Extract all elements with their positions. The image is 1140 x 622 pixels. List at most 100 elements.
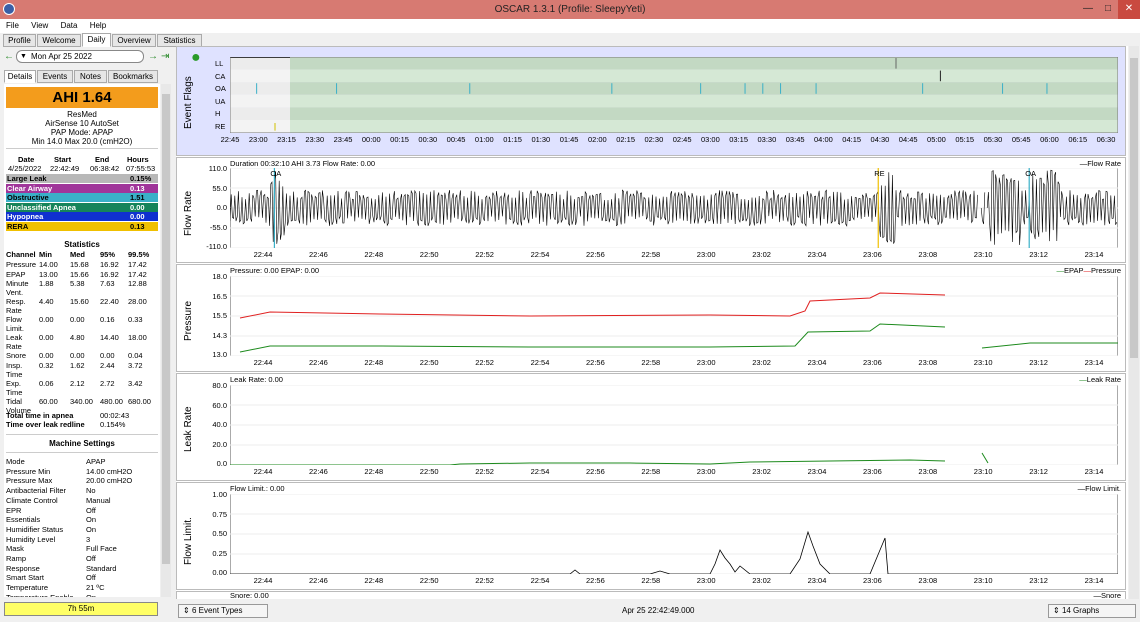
x-tick: 22:58 (641, 467, 661, 476)
event-index-value: 0.13 (130, 221, 145, 231)
x-tick: 04:30 (870, 135, 890, 144)
stats-cell: 15.66 (70, 269, 89, 279)
event-index-row[interactable]: Hypopnea 0.00 (6, 212, 158, 221)
stats-cell: 0.33 (128, 315, 143, 325)
details-scrollbar[interactable] (161, 84, 171, 597)
x-tick: 22:52 (475, 250, 494, 259)
event-index-row[interactable]: RERA 0.13 (6, 221, 158, 231)
stats-cell: Resp. Rate (6, 297, 26, 316)
next-day-icon[interactable]: → (148, 51, 158, 62)
x-tick: 23:00 (696, 576, 716, 585)
setting-value: On (86, 524, 97, 534)
stats-cell: 12.88 (128, 279, 147, 289)
event-index-row[interactable]: Clear Airway 0.13 (6, 183, 158, 193)
x-tick: 00:00 (361, 135, 381, 144)
graphs-dropdown[interactable]: ⇕ 14 Graphs (1048, 604, 1136, 618)
flow-event-label: RE (874, 169, 884, 178)
setting-value: Full Face (86, 544, 117, 554)
y-tick: 1.00 (212, 490, 227, 499)
x-tick: 22:46 (309, 358, 328, 367)
stats-header: 95% (100, 250, 116, 259)
minimize-button[interactable]: — (1078, 0, 1098, 19)
flow-event-label: OA (1025, 169, 1036, 178)
tab-daily[interactable]: Daily (82, 33, 111, 47)
stats-cell: 4.40 (39, 297, 54, 307)
machine-brand: ResMed (67, 110, 97, 119)
stats-cell: Insp. Time (6, 360, 23, 379)
menu-bar: File View Data Help (0, 19, 1140, 33)
stats-cell: 3.42 (128, 378, 143, 388)
event-index-row[interactable]: Large Leak 0.15% (6, 174, 158, 183)
prev-day-icon[interactable]: ← (4, 51, 14, 62)
tab-details[interactable]: Details (4, 70, 36, 83)
tab-overview[interactable]: Overview (112, 34, 156, 47)
flow-limit-header: Flow Limit.: 0.00 (230, 484, 285, 493)
y-tick: 0.75 (212, 509, 227, 519)
last-day-icon[interactable]: ⇥ (161, 51, 169, 62)
event-index-row[interactable]: Obstructive 1.51 (6, 193, 158, 202)
stats-cell: 0.00 (100, 351, 115, 361)
tab-bookmarks[interactable]: Bookmarks (108, 70, 158, 83)
menu-file[interactable]: File (6, 19, 19, 32)
date-picker[interactable]: ▼ Mon Apr 25 2022 (16, 50, 144, 63)
flag-row-label: CA (215, 71, 226, 81)
menu-help[interactable]: Help (90, 19, 106, 32)
event-index-value: 1.51 (130, 193, 145, 202)
tab-profile[interactable]: Profile (3, 34, 36, 47)
menu-data[interactable]: Data (61, 19, 78, 32)
x-tick: 22:44 (253, 358, 273, 367)
y-tick: 18.0 (212, 272, 227, 281)
y-tick: -110.0 (206, 242, 227, 251)
flow-rate-plot[interactable]: OA RE OA (230, 168, 1118, 248)
stats-cell: 0.16 (100, 315, 115, 325)
x-tick: 22:44 (253, 467, 273, 476)
stats-cell: Minute Vent. (6, 279, 29, 298)
setting-label: Response (6, 563, 40, 573)
graphs-scrollbar[interactable] (1129, 46, 1139, 599)
pressure-legend: —EPAP—Pressure (1056, 266, 1121, 275)
x-tick: 22:54 (530, 250, 550, 259)
tab-notes[interactable]: Notes (74, 70, 107, 83)
scroll-thumb[interactable] (162, 94, 170, 564)
x-tick: 06:15 (1068, 135, 1088, 144)
flow-limit-plot[interactable] (230, 494, 1118, 574)
event-index-row[interactable]: Unclassified Apnea 0.00 (6, 202, 158, 212)
x-tick: 06:30 (1096, 135, 1116, 144)
stats-cell: 0.00 (39, 333, 54, 343)
stats-cell: 4.80 (70, 333, 85, 343)
setting-label: Ramp (6, 554, 27, 563)
stats-cell: 0.32 (39, 360, 54, 370)
stats-cell: 1.88 (39, 279, 54, 289)
x-tick: 03:45 (785, 135, 805, 144)
menu-view[interactable]: View (31, 19, 48, 32)
x-tick: 23:00 (696, 250, 716, 259)
tab-welcome[interactable]: Welcome (37, 34, 81, 47)
stats-header: Channel (6, 250, 36, 259)
pin-icon[interactable]: ● (191, 49, 201, 67)
x-tick: 01:45 (559, 135, 579, 144)
scroll-thumb[interactable] (1130, 58, 1138, 358)
event-types-dropdown[interactable]: ⇕ 6 Event Types (178, 604, 268, 618)
leak-rate-plot[interactable] (230, 385, 1118, 465)
y-tick: 14.3 (212, 330, 227, 340)
event-flags-plot[interactable] (230, 57, 1118, 133)
session-header-start: Start (54, 155, 72, 164)
pressure-plot[interactable] (230, 276, 1118, 356)
maximize-button[interactable]: □ (1098, 0, 1118, 19)
setting-value: On (86, 515, 97, 525)
setting-value: 21 ºC (86, 583, 105, 593)
close-button[interactable]: ✕ (1118, 0, 1140, 19)
pressure-panel: Pressure: 0.00 EPAP: 0.00 —EPAP—Pressure… (176, 264, 1126, 372)
setting-label: Temperature (6, 583, 49, 593)
session-header-date: Date (18, 155, 35, 164)
x-tick: 22:56 (586, 467, 605, 476)
stats-cell: 17.42 (128, 269, 147, 279)
x-tick: 23:00 (696, 358, 716, 367)
x-tick: 23:02 (752, 467, 771, 476)
x-tick: 05:45 (1011, 135, 1031, 144)
tab-events[interactable]: Events (37, 70, 73, 83)
setting-label: Antibacterial Filter (6, 486, 67, 496)
pressure-ylabel: Pressure (183, 300, 194, 341)
setting-label: EPR (6, 505, 22, 515)
x-tick: 23:08 (918, 576, 938, 585)
